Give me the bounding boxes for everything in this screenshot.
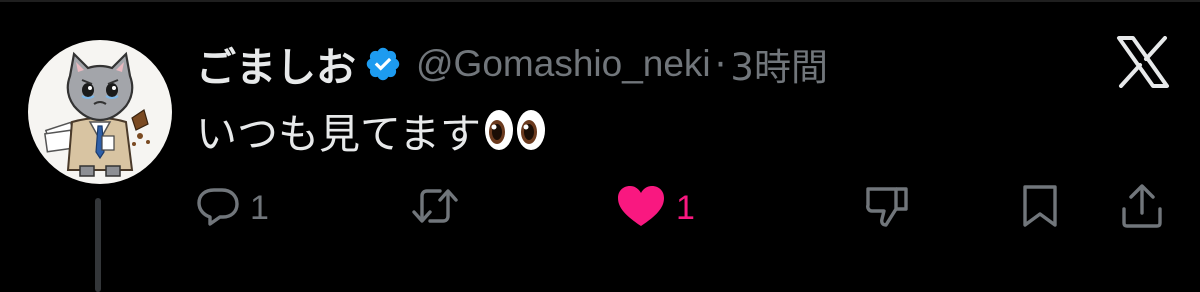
repost-button[interactable] (410, 180, 470, 236)
share-icon (1120, 183, 1164, 233)
heart-icon (616, 184, 666, 232)
reply-icon (196, 186, 240, 230)
top-divider (0, 0, 1200, 2)
timestamp[interactable]: 3時間 (730, 37, 828, 91)
avatar[interactable] (28, 40, 172, 184)
like-count: 1 (676, 188, 695, 227)
verified-badge-icon (364, 45, 402, 83)
share-button[interactable] (1120, 180, 1164, 236)
reply-count: 1 (250, 188, 269, 227)
repost-icon (410, 186, 460, 230)
reply-button[interactable]: 1 (196, 180, 269, 236)
tweet-body: いつも見てます (196, 110, 481, 158)
x-logo-icon[interactable] (1115, 36, 1171, 88)
tweet-text: いつも見てます (196, 100, 547, 160)
tweet-header: ごましお @Gomashio_neki · 3時間 (196, 34, 828, 94)
bookmark-button[interactable] (1020, 180, 1060, 236)
tweet-actions-bar: 1 1 (0, 180, 1200, 236)
like-button[interactable]: 1 (616, 180, 695, 236)
display-name[interactable]: ごましお (196, 35, 356, 93)
thumbs-down-icon (864, 183, 910, 233)
bookmark-icon (1020, 183, 1060, 233)
user-handle[interactable]: @Gomashio_neki (416, 43, 711, 85)
eyes-emoji-icon (483, 108, 547, 152)
separator-dot: · (714, 42, 727, 86)
dislike-button[interactable] (864, 180, 910, 236)
